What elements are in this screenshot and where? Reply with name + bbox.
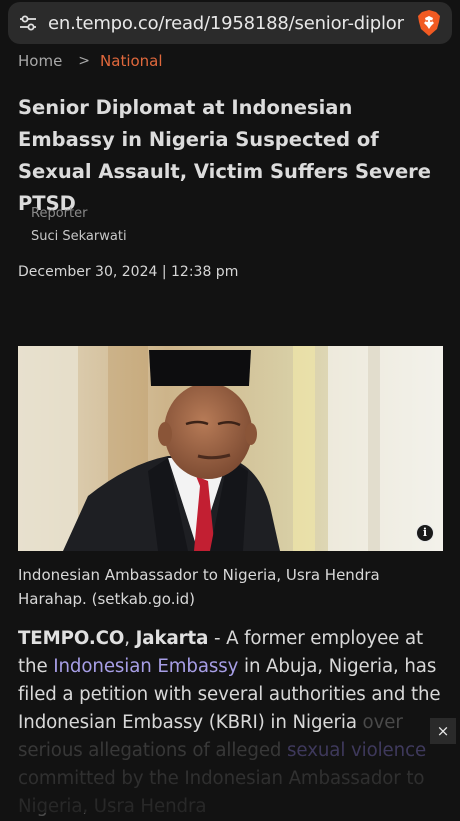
source-separator: , [124, 628, 136, 649]
article-photo: i [18, 346, 443, 551]
breadcrumb-national[interactable]: National [100, 52, 163, 70]
source-name: TEMPO.CO [18, 628, 125, 649]
url-text[interactable]: en.tempo.co/read/1958188/senior-diplor [48, 13, 410, 34]
article-title: Senior Diplomat at Indonesian Embassy in… [18, 96, 432, 215]
article-body: TEMPO.CO, Jakarta - A former employee at… [18, 625, 443, 821]
body-text-4: committed by the Indonesian Ambassador t… [18, 768, 425, 817]
ambassador-portrait [18, 346, 443, 551]
close-ad-button[interactable]: × [430, 718, 456, 744]
tune-icon[interactable] [18, 13, 38, 33]
breadcrumb-home[interactable]: Home [18, 52, 62, 70]
brave-lion-icon[interactable] [416, 9, 442, 37]
photo-caption: Indonesian Ambassador to Nigeria, Usra H… [18, 566, 380, 608]
indonesian-embassy-link[interactable]: Indonesian Embassy [53, 656, 238, 677]
publish-date: December 30, 2024 | 12:38 pm [18, 264, 239, 280]
dateline-location: Jakarta [135, 628, 209, 649]
breadcrumb: Home > National [18, 52, 163, 70]
address-bar[interactable]: en.tempo.co/read/1958188/senior-diplor [8, 2, 452, 44]
sexual-violence-link[interactable]: sexual violence [287, 740, 426, 761]
reporter-label: Reporter [31, 206, 88, 221]
chevron-right-icon: > [78, 53, 91, 69]
info-icon[interactable]: i [416, 524, 434, 542]
dateline-dash: - [208, 628, 227, 649]
reporter-name[interactable]: Suci Sekarwati [31, 229, 127, 244]
